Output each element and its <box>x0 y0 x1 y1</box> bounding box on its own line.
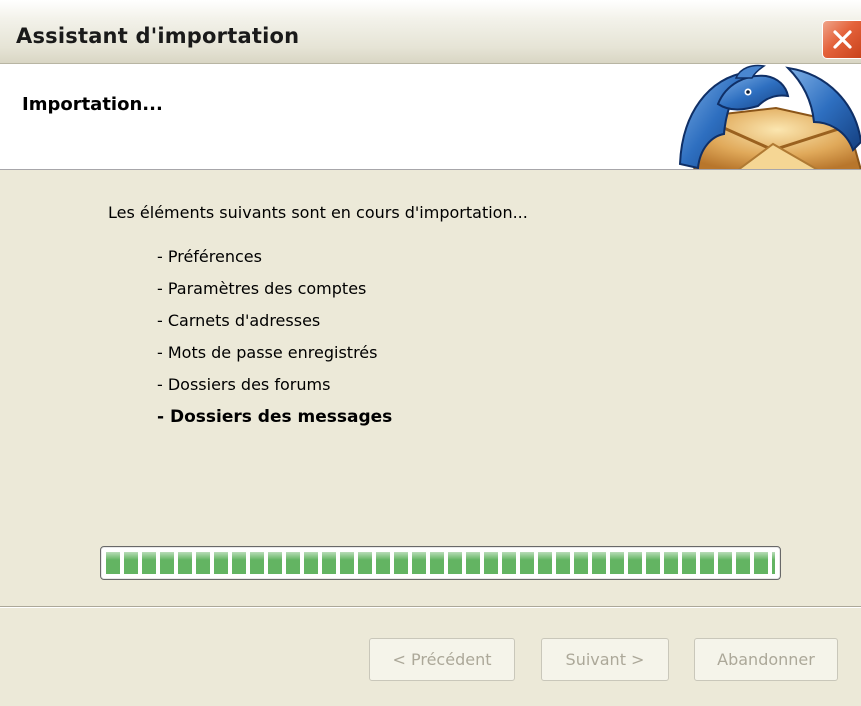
close-button[interactable] <box>822 20 861 59</box>
wizard-header: Importation... <box>0 64 861 170</box>
list-item: - Préférences <box>157 247 262 266</box>
close-icon <box>833 30 852 49</box>
list-item: - Dossiers des forums <box>157 375 331 394</box>
page-title: Importation... <box>22 94 163 115</box>
list-item: - Carnets d'adresses <box>157 311 321 330</box>
next-button[interactable]: Suivant > <box>541 638 669 681</box>
progress-fill <box>106 552 775 574</box>
separator <box>0 606 861 608</box>
list-item: - Paramètres des comptes <box>157 279 367 298</box>
list-item-active: - Dossiers des messages <box>157 407 393 427</box>
progress-bar <box>100 546 781 580</box>
title-bar[interactable]: Assistant d'importation <box>0 0 861 64</box>
thunderbird-logo <box>678 64 861 169</box>
list-item: - Mots de passe enregistrés <box>157 343 378 362</box>
previous-button[interactable]: < Précédent <box>369 638 515 681</box>
window-title: Assistant d'importation <box>16 24 300 48</box>
cancel-button[interactable]: Abandonner <box>694 638 838 681</box>
intro-text: Les éléments suivants sont en cours d'im… <box>108 203 528 222</box>
import-items-list: - Préférences - Paramètres des comptes -… <box>157 244 392 436</box>
import-wizard-window: Assistant d'importation Importation... L… <box>0 0 861 706</box>
